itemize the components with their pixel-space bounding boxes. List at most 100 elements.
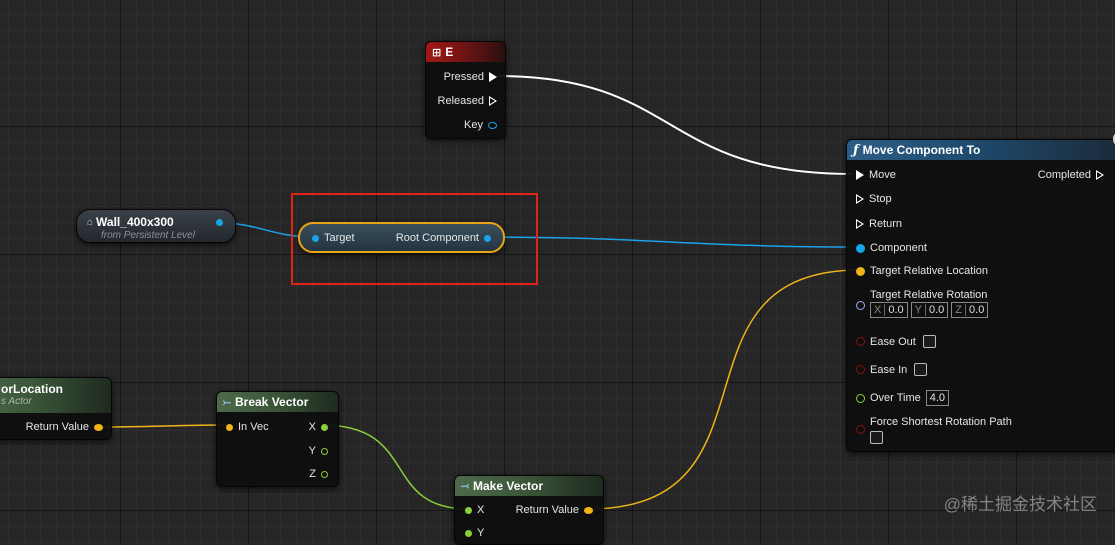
exec-pin-icon[interactable] [1096, 170, 1104, 180]
wall-actor-node[interactable]: ⌂ Wall_400x300 from Persistent Level [76, 209, 236, 243]
target-location-label: Target Relative Location [870, 265, 989, 277]
function-icon: ƒ [853, 142, 859, 158]
target-rotation-pin[interactable]: Target Relative Rotation X 0.0 Y 0.0 Z 0… [856, 289, 991, 318]
component-pin[interactable]: Component [856, 242, 927, 254]
break-vector-node[interactable]: ⤚ Break Vector In Vec X Y Z [216, 391, 339, 487]
float-pin-icon[interactable] [465, 529, 472, 537]
exec-pin-icon[interactable] [489, 72, 497, 82]
x-value[interactable]: 0.0 [885, 304, 906, 316]
exec-wire [496, 75, 853, 175]
root-component-pin[interactable]: Root Component [396, 232, 491, 244]
target-pin[interactable]: Target [312, 232, 355, 244]
make-vector-title: Make Vector [473, 479, 544, 493]
target-label: Target [324, 232, 355, 244]
make-y-label: Y [477, 527, 485, 539]
bool-pin-icon[interactable] [856, 337, 865, 346]
break-z-pin[interactable]: Z [309, 468, 328, 480]
force-shortest-checkbox[interactable] [870, 431, 883, 444]
ease-in-pin[interactable]: Ease In [856, 363, 928, 376]
bool-pin-icon[interactable] [856, 365, 865, 374]
ease-in-checkbox[interactable] [914, 363, 928, 376]
rotation-z-field[interactable]: Z 0.0 [951, 302, 989, 318]
make-x-pin[interactable]: X [465, 504, 484, 516]
make-vector-icon: ⤙ [461, 480, 469, 492]
target-location-pin[interactable]: Target Relative Location [856, 265, 988, 277]
break-y-pin[interactable]: Y [309, 445, 328, 457]
return-pin[interactable]: Return [856, 218, 902, 230]
released-pin[interactable]: Released [438, 95, 497, 107]
object-pin-icon[interactable] [856, 243, 865, 253]
vector-pin-icon[interactable] [226, 423, 233, 431]
pressed-pin[interactable]: Pressed [444, 71, 497, 83]
keyboard-icon: ⊞ [432, 46, 442, 59]
move-component-title: Move Component To [862, 143, 981, 157]
ease-in-label: Ease In [870, 363, 908, 376]
released-label: Released [437, 95, 484, 107]
over-time-field[interactable]: 4.0 [925, 390, 950, 406]
rotation-x-field[interactable]: X 0.0 [870, 302, 908, 318]
move-component-to-node[interactable]: ƒ Move Component To Move Completed Stop … [846, 131, 1115, 452]
make-vector-header[interactable]: ⤙ Make Vector [455, 476, 603, 496]
over-time-pin[interactable]: Over Time 4.0 [856, 390, 950, 406]
return-value-label: Return Value [25, 421, 89, 433]
pressed-label: Pressed [443, 71, 484, 83]
stop-pin[interactable]: Stop [856, 193, 892, 205]
vector-pin-icon[interactable] [584, 506, 593, 514]
force-shortest-pin[interactable]: Force Shortest Rotation Path [856, 416, 1012, 447]
completed-label: Completed [1037, 169, 1091, 181]
make-vector-node[interactable]: ⤙ Make Vector X Y Return Value [454, 475, 604, 545]
ease-out-checkbox[interactable] [922, 335, 936, 348]
in-vec-pin[interactable]: In Vec [226, 421, 269, 433]
struct-pin-icon[interactable] [488, 121, 497, 129]
force-shortest-block: Force Shortest Rotation Path [870, 416, 1012, 447]
completed-pin[interactable]: Completed [1038, 169, 1104, 181]
watermark: @稀土掘金技术社区 [943, 495, 1097, 514]
exec-pin-icon[interactable] [856, 170, 864, 180]
break-vector-title: Break Vector [235, 395, 309, 409]
float-pin-icon[interactable] [321, 423, 328, 431]
move-label: Move [869, 169, 896, 181]
exec-pin-icon[interactable] [489, 96, 497, 106]
float-pin-icon[interactable] [321, 447, 328, 455]
wall-title: Wall_400x300 [96, 215, 174, 229]
rotator-pin-icon[interactable] [856, 301, 865, 310]
object-pin-icon[interactable] [312, 234, 319, 242]
make-return-value-pin[interactable]: Return Value [516, 504, 593, 516]
wall-title-row: ⌂ Wall_400x300 [87, 215, 174, 229]
make-y-pin[interactable]: Y [465, 527, 484, 539]
z-value[interactable]: 0.0 [966, 304, 987, 316]
get-actor-location-header[interactable]: orLocation s Actor [0, 378, 111, 413]
exec-pin-icon[interactable] [856, 194, 864, 204]
x-to-x-wire [321, 424, 470, 510]
vector-pin-icon[interactable] [856, 266, 865, 276]
root-component-label: Root Component [395, 232, 479, 244]
key-e-event-node[interactable]: ⊞ E Pressed Released Key [425, 41, 506, 139]
key-e-header[interactable]: ⊞ E [426, 42, 505, 62]
object-pin-icon[interactable] [216, 219, 223, 226]
return-value-pin[interactable]: Return Value [26, 421, 103, 433]
move-component-header[interactable]: ƒ Move Component To [847, 140, 1115, 160]
over-time-label: Over Time [870, 392, 921, 404]
in-vec-label: In Vec [238, 421, 269, 433]
object-pin-icon[interactable] [484, 234, 491, 242]
ease-out-pin[interactable]: Ease Out [856, 335, 936, 348]
y-label: Y [308, 445, 316, 457]
root-component-node[interactable]: Target Root Component [298, 222, 505, 253]
vector-pin-icon[interactable] [94, 423, 103, 431]
y-value[interactable]: 0.0 [926, 304, 947, 316]
z-axis-label: Z [952, 304, 967, 316]
float-pin-icon[interactable] [321, 470, 328, 478]
float-pin-icon[interactable] [856, 393, 865, 403]
get-actor-location-node[interactable]: orLocation s Actor Return Value [0, 377, 112, 440]
move-pin[interactable]: Move [856, 169, 896, 181]
break-vector-header[interactable]: ⤚ Break Vector [217, 392, 338, 412]
bool-pin-icon[interactable] [856, 425, 865, 434]
float-pin-icon[interactable] [465, 506, 472, 514]
location-to-invec-wire [97, 424, 231, 428]
target-rotation-label: Target Relative Rotation [870, 289, 988, 301]
ease-out-label: Ease Out [870, 335, 916, 348]
exec-pin-icon[interactable] [856, 219, 864, 229]
key-pin[interactable]: Key [464, 119, 497, 131]
break-x-pin[interactable]: X [309, 421, 328, 433]
rotation-y-field[interactable]: Y 0.0 [910, 302, 949, 318]
